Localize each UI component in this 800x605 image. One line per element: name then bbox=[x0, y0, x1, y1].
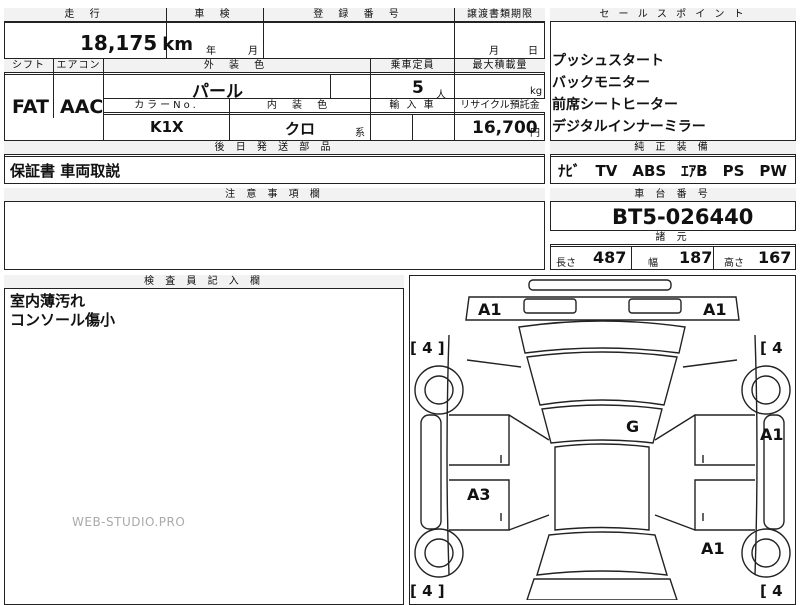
registration-header: 登 録 番 号 bbox=[264, 8, 454, 22]
mark-tire-front-left: [ 4 ] bbox=[410, 339, 445, 357]
transfer-day: 日 bbox=[528, 46, 538, 57]
inspection-header: 車 検 bbox=[167, 8, 263, 22]
mileage-header: 走 行 bbox=[4, 8, 166, 22]
mark-a1-top-left: A1 bbox=[478, 300, 502, 319]
inspector-line: 室内薄汚れ bbox=[10, 292, 86, 310]
transfer-month: 月 bbox=[489, 46, 499, 57]
recycle-value: 16,700 bbox=[472, 118, 538, 138]
mileage-unit: km bbox=[162, 34, 194, 55]
import-header: 輸 入 車 bbox=[371, 99, 454, 113]
interior-color-value: クロ bbox=[285, 120, 316, 138]
sales-points-list: プッシュスタート バックモニター 前席シートヒーター デジタルインナーミラー bbox=[552, 50, 706, 138]
interior-suffix: 系 bbox=[355, 128, 365, 139]
mark-a1-right: A1 bbox=[760, 425, 784, 444]
capacity-header: 乗車定員 bbox=[371, 59, 454, 73]
inspection-month: 月 bbox=[248, 46, 258, 57]
recycle-header: リサイクル預託金 bbox=[455, 99, 545, 113]
recycle-unit: 円 bbox=[530, 128, 540, 139]
notes-header: 注 意 事 項 欄 bbox=[4, 188, 545, 202]
width-label: 幅 bbox=[648, 258, 658, 269]
transfer-deadline-header: 譲渡書類期限 bbox=[455, 8, 545, 22]
interior-color-header: 内 装 色 bbox=[230, 99, 370, 113]
mark-g-center: G bbox=[626, 417, 640, 436]
exterior-color-header: 外 装 色 bbox=[104, 59, 370, 73]
shift-value: FAT bbox=[12, 96, 49, 118]
later-parts-header: 後 日 発 送 部 品 bbox=[4, 141, 545, 155]
chassis-header: 車 台 番 号 bbox=[550, 188, 796, 202]
color-no-value: K1X bbox=[150, 118, 184, 136]
mark-tire-rear-left: [ 4 ] bbox=[410, 582, 445, 600]
max-load-unit: kg bbox=[530, 86, 543, 97]
equipment-value: ﾅﾋﾞ TV ABS ｴｱB PS PW bbox=[558, 162, 787, 180]
mark-tire-rear-right: [ 4 bbox=[760, 582, 783, 600]
sales-point-item: デジタルインナーミラー bbox=[552, 119, 706, 135]
sales-point-item: プッシュスタート bbox=[552, 53, 664, 69]
mileage-value: 18,175 bbox=[80, 31, 158, 55]
equipment-header: 純 正 装 備 bbox=[550, 141, 796, 155]
dimensions-header: 諸 元 bbox=[550, 231, 796, 245]
sales-points-header: セ ー ル ス ポ イ ン ト bbox=[550, 8, 796, 22]
later-parts-value: 保証書 車両取説 bbox=[10, 162, 121, 180]
length-value: 487 bbox=[593, 248, 627, 267]
chassis-value: BT5-026440 bbox=[612, 205, 754, 229]
sales-point-item: 前席シートヒーター bbox=[552, 97, 678, 113]
mark-a1-top-right: A1 bbox=[703, 300, 727, 319]
capacity-value: 5 bbox=[412, 78, 424, 98]
sales-point-item: バックモニター bbox=[552, 75, 650, 91]
length-label: 長さ bbox=[556, 258, 576, 269]
inspector-line: コンソール傷小 bbox=[10, 311, 116, 329]
aircon-header: エアコン bbox=[54, 59, 103, 73]
aircon-value: AAC bbox=[60, 96, 104, 118]
inspection-year: 年 bbox=[206, 46, 216, 57]
width-value: 187 bbox=[679, 248, 713, 267]
car-outline-diagram bbox=[414, 279, 791, 600]
color-no-header: カラーNo. bbox=[104, 99, 229, 113]
inspector-notes: 室内薄汚れ コンソール傷小 bbox=[10, 292, 115, 330]
inspector-header: 検 査 員 記 入 欄 bbox=[4, 275, 404, 289]
max-load-header: 最大積載量 bbox=[455, 59, 545, 73]
mark-a3-left: A3 bbox=[467, 485, 491, 504]
height-value: 167 bbox=[758, 248, 792, 267]
height-label: 高さ bbox=[724, 258, 744, 269]
mark-a1-rear-right: A1 bbox=[701, 539, 725, 558]
watermark: WEB-STUDIO.PRO bbox=[72, 515, 186, 529]
shift-header: シフト bbox=[4, 59, 53, 73]
mark-tire-front-right: [ 4 bbox=[760, 339, 783, 357]
